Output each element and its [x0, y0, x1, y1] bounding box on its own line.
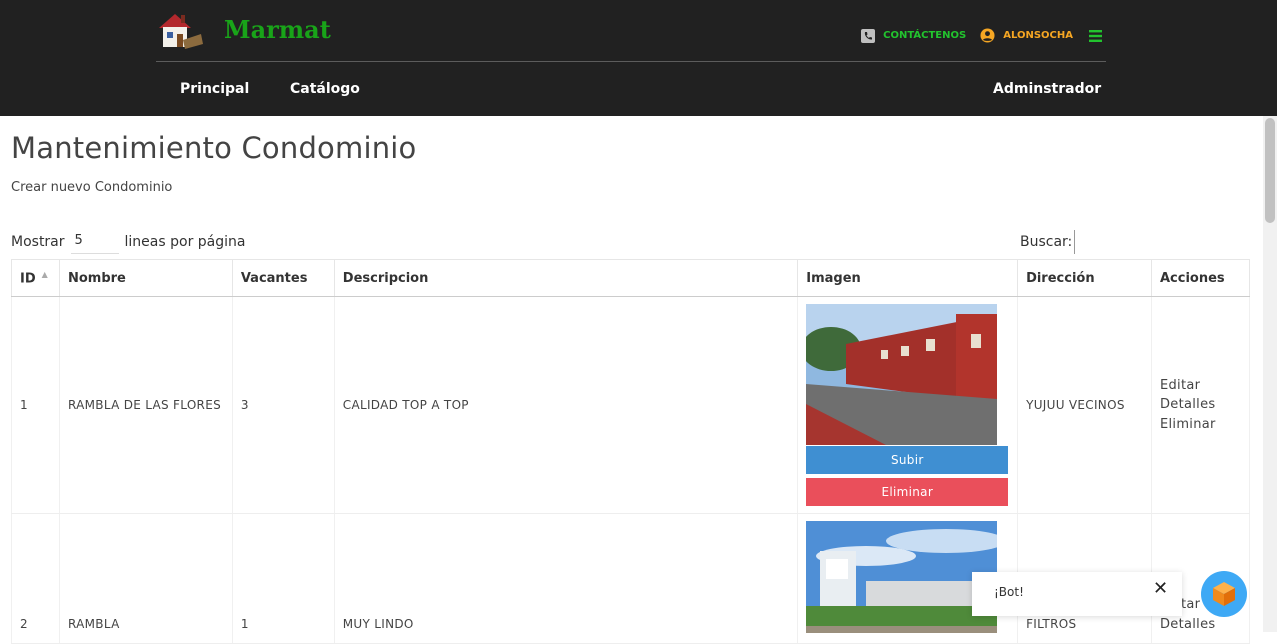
cell-descripcion: MUY LINDO — [333, 513, 799, 644]
top-right-menu: CONTÁCTENOS ALONSOCHA — [861, 28, 1102, 43]
search-label: Buscar: — [1020, 234, 1073, 250]
delete-image-button[interactable]: Eliminar — [806, 478, 1009, 506]
cell-acciones: Editar Detalles Eliminar — [1150, 296, 1251, 514]
column-header-acciones[interactable]: Acciones — [1150, 259, 1251, 297]
nav-catalogo[interactable]: Catálogo — [290, 81, 360, 97]
nav-administrador[interactable]: Adminstrador — [993, 81, 1101, 97]
scrollbar-thumb[interactable] — [1265, 118, 1275, 223]
column-header-imagen[interactable]: Imagen — [797, 259, 1019, 297]
phone-icon — [861, 28, 876, 43]
details-link[interactable]: Detalles — [1160, 395, 1249, 415]
chat-bubble[interactable]: ¡Bot! ✕ — [972, 572, 1182, 616]
cell-descripcion: CALIDAD TOP A TOP — [333, 296, 799, 514]
page-title: Mantenimiento Condominio — [11, 131, 417, 165]
hamburger-menu-icon[interactable] — [1089, 29, 1102, 42]
close-icon[interactable]: ✕ — [1153, 580, 1168, 598]
house-logo-icon — [159, 14, 203, 49]
table-header-row: ID ▲ Nombre Vacantes Descripcion Imagen D… — [11, 259, 1251, 297]
user-circle-icon — [980, 28, 995, 43]
user-menu[interactable]: ALONSOCHA — [980, 28, 1073, 43]
cell-id: 1 — [11, 296, 60, 514]
upload-image-button[interactable]: Subir — [806, 446, 1009, 474]
contact-link[interactable]: CONTÁCTENOS — [861, 28, 967, 43]
sort-asc-icon: ▲ — [41, 269, 48, 279]
cell-direccion: YUJUU VECINOS — [1017, 296, 1152, 514]
table-row: 1 RAMBLA DE LAS FLORES 3 CALIDAD TOP A T… — [11, 296, 1251, 514]
chat-bubble-text: ¡Bot! — [994, 585, 1024, 599]
condominio-photo — [806, 304, 998, 445]
user-label: ALONSOCHA — [1003, 30, 1073, 41]
chat-launcher-button[interactable] — [1201, 571, 1247, 617]
cell-vacantes: 3 — [231, 296, 335, 514]
nav-principal[interactable]: Principal — [180, 81, 249, 97]
contact-label: CONTÁCTENOS — [883, 30, 967, 41]
create-condominio-link[interactable]: Crear nuevo Condominio — [11, 180, 172, 195]
column-header-descripcion[interactable]: Descripcion — [333, 259, 799, 297]
show-label: Mostrar — [11, 234, 65, 250]
delete-link[interactable]: Eliminar — [1160, 415, 1249, 435]
search-input[interactable] — [1074, 230, 1254, 254]
cell-imagen: Subir Eliminar — [797, 296, 1019, 514]
top-navbar: Marmat CONTÁCTENOS ALONSOCHA Principal C… — [0, 0, 1277, 116]
cell-vacantes: 1 — [231, 513, 335, 644]
brand-name[interactable]: Marmat — [224, 15, 331, 44]
page-length-control: Mostrar 5 lineas por página — [11, 230, 245, 254]
search-control: Buscar: — [1020, 230, 1254, 254]
condominio-photo — [806, 521, 998, 633]
cell-id: 2 — [11, 513, 60, 644]
logo[interactable] — [155, 10, 205, 50]
column-header-id[interactable]: ID ▲ — [11, 259, 60, 297]
column-header-vacantes[interactable]: Vacantes — [231, 259, 335, 297]
details-link[interactable]: Detalles — [1160, 615, 1249, 635]
page-length-input[interactable]: 5 — [70, 230, 119, 254]
column-header-nombre[interactable]: Nombre — [58, 259, 233, 297]
per-page-label: lineas por página — [124, 234, 246, 250]
header-divider — [156, 61, 1106, 62]
edit-link[interactable]: Editar — [1160, 376, 1249, 396]
cube-icon — [1213, 582, 1235, 606]
column-header-direccion[interactable]: Dirección — [1017, 259, 1152, 297]
cell-nombre: RAMBLA DE LAS FLORES — [58, 296, 233, 514]
cell-nombre: RAMBLA — [58, 513, 233, 644]
